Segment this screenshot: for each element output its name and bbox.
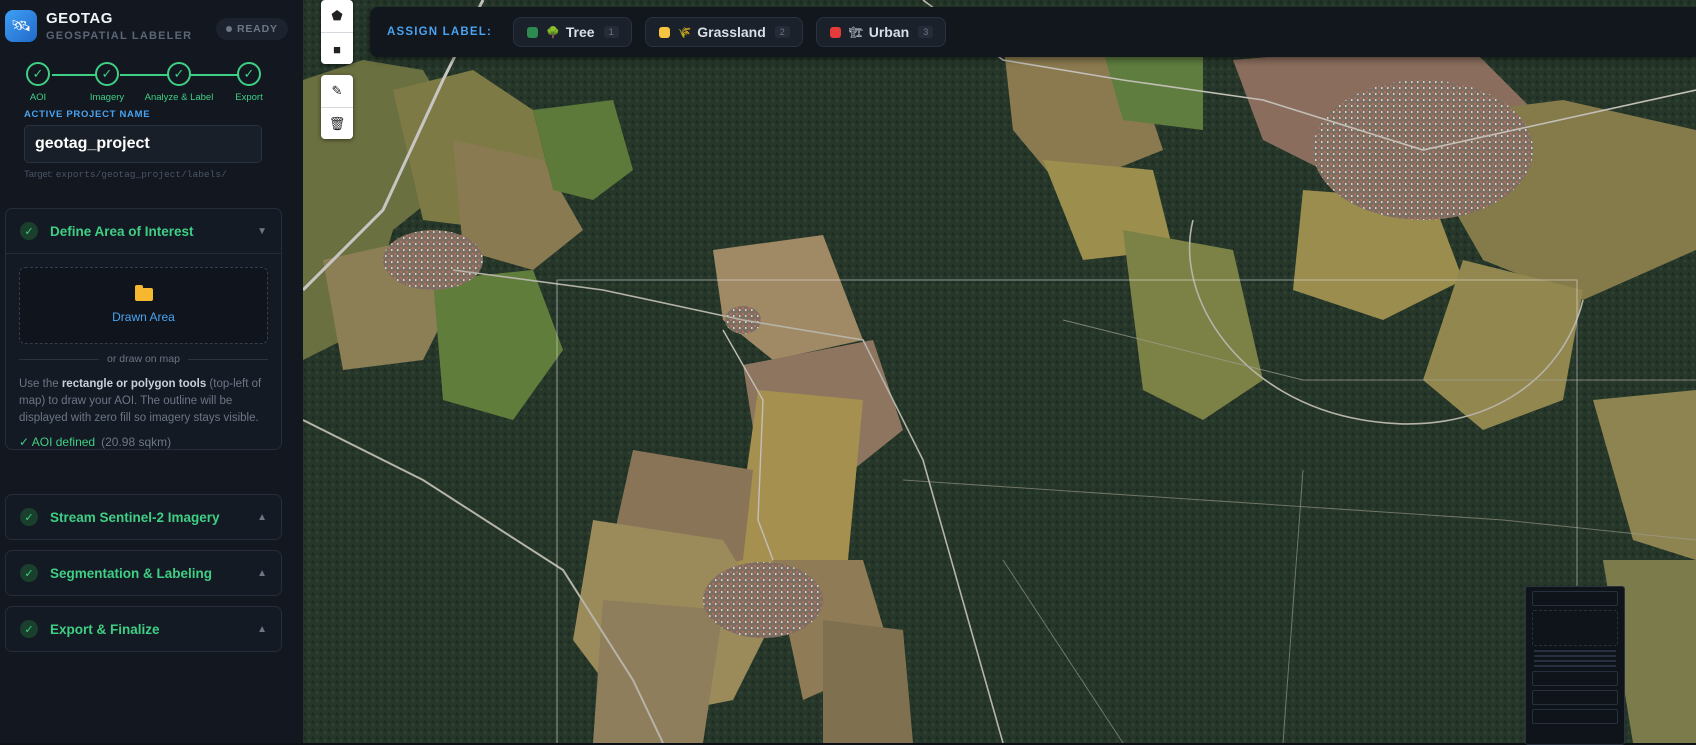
panel-define-aoi: ✓ Define Area of Interest ▼ Drawn Area o… xyxy=(5,208,282,450)
tree-swatch xyxy=(527,26,539,38)
label-toolbar: ASSIGN LABEL: 🌳 Tree 1 🌾 Grassland 2 🏗 U… xyxy=(370,7,1696,57)
aoi-help-text: Use the rectangle or polygon tools (top-… xyxy=(19,378,262,424)
shortcut-key: 3 xyxy=(918,26,934,38)
target-prefix: Target: xyxy=(24,169,56,180)
app-title: GEOTAG xyxy=(46,10,113,27)
tree-icon: 🌳 xyxy=(546,26,560,39)
check-icon: ✓ xyxy=(20,508,38,526)
target-path: exports/geotag_project/labels/ xyxy=(55,169,227,180)
label-chip-tree[interactable]: 🌳 Tree 1 xyxy=(513,17,632,47)
chevron-up-icon: ▲ xyxy=(257,511,267,523)
or-text: or draw on map xyxy=(107,353,180,365)
shortcut-key: 1 xyxy=(603,26,619,38)
assign-label-title: ASSIGN LABEL: xyxy=(387,26,493,38)
check-icon: ✓ xyxy=(237,62,261,86)
panel-imagery[interactable]: ✓ Stream Sentinel-2 Imagery ▲ xyxy=(5,494,282,540)
drawn-area-label: Drawn Area xyxy=(112,309,175,324)
preview-panel-row xyxy=(1532,709,1618,724)
preview-text-line xyxy=(1534,650,1616,652)
label-name: Tree xyxy=(565,24,595,40)
status-badge: READY xyxy=(216,18,288,40)
satellite-icon: 🛰 xyxy=(5,10,37,42)
label-name: Grassland xyxy=(697,24,766,40)
folder-icon xyxy=(134,284,153,301)
satellite-imagery xyxy=(303,0,1696,743)
chevron-down-icon: ▼ xyxy=(257,225,267,237)
preview-panel-row xyxy=(1532,591,1618,606)
drawn-area-dropzone[interactable]: Drawn Area xyxy=(19,267,268,344)
label-chip-urban[interactable]: 🏗 Urban 3 xyxy=(815,17,947,47)
export-target: Target: exports/geotag_project/labels/ xyxy=(24,169,227,180)
step-label: Analyze & Label xyxy=(144,92,214,103)
edit-icon[interactable]: ✎ xyxy=(321,75,353,108)
label-chip-grassland[interactable]: 🌾 Grassland 2 xyxy=(644,17,803,47)
step-label: Export xyxy=(235,92,263,103)
brand: 🛰 GEOTAG GEOSPATIAL LABELER xyxy=(5,10,192,42)
status-text: READY xyxy=(237,23,278,35)
edit-toolbar: ✎ 🗑 xyxy=(321,75,353,139)
check-icon: ✓ xyxy=(95,62,119,86)
project-name-input[interactable] xyxy=(24,125,262,163)
check-icon: ✓ xyxy=(20,620,38,638)
preview-text-line xyxy=(1534,655,1616,657)
aoi-defined-text: ✓ AOI defined xyxy=(19,435,96,449)
step-export[interactable]: ✓ Export xyxy=(209,62,289,103)
panel-export[interactable]: ✓ Export & Finalize ▲ xyxy=(5,606,282,652)
draw-toolbar: ⬟ ■ xyxy=(321,0,353,64)
shortcut-key: 2 xyxy=(774,26,790,38)
building-icon: 🏗 xyxy=(848,26,863,39)
satellite-map[interactable] xyxy=(303,0,1696,743)
preview-text-line xyxy=(1534,665,1616,667)
chevron-up-icon: ▲ xyxy=(257,567,267,579)
preview-panel-row xyxy=(1532,690,1618,705)
step-imagery[interactable]: ✓ Imagery xyxy=(67,62,147,103)
sidebar-preview-thumbnail xyxy=(1525,586,1625,745)
app-subtitle: GEOSPATIAL LABELER xyxy=(46,30,193,42)
or-divider: or draw on map xyxy=(19,353,268,365)
label-name: Urban xyxy=(868,24,910,40)
step-analyze-label[interactable]: ✓ Analyze & Label xyxy=(139,62,219,103)
aoi-status: ✓ AOI defined (20.98 sqkm) xyxy=(19,435,268,449)
panel-header-aoi[interactable]: ✓ Define Area of Interest ▼ xyxy=(6,209,281,253)
polygon-icon[interactable]: ⬟ xyxy=(321,0,353,33)
panel-title: Stream Sentinel-2 Imagery xyxy=(50,509,220,525)
rectangle-icon[interactable]: ■ xyxy=(321,33,353,65)
sidebar: 🛰 GEOTAG GEOSPATIAL LABELER READY ✓ AOI … xyxy=(0,0,304,743)
check-icon: ✓ xyxy=(20,564,38,582)
project-name-label: ACTIVE PROJECT NAME xyxy=(24,109,151,120)
trash-icon[interactable]: 🗑 xyxy=(321,108,353,140)
chevron-up-icon: ▲ xyxy=(257,623,267,635)
panel-title: Segmentation & Labeling xyxy=(50,565,213,581)
panel-title: Export & Finalize xyxy=(50,621,160,637)
preview-panel-row xyxy=(1532,671,1618,686)
check-icon: ✓ xyxy=(20,222,38,240)
preview-dropzone xyxy=(1532,610,1618,646)
panel-title: Define Area of Interest xyxy=(50,223,194,239)
check-icon: ✓ xyxy=(167,62,191,86)
aoi-area: (20.98 sqkm) xyxy=(101,435,172,449)
progress-stepper: ✓ AOI ✓ Imagery ✓ Analyze & Label ✓ Expo… xyxy=(0,62,303,108)
grassland-swatch xyxy=(658,26,670,38)
urban-swatch xyxy=(829,26,841,38)
check-icon: ✓ xyxy=(26,62,50,86)
grass-icon: 🌾 xyxy=(677,26,692,39)
status-dot-icon xyxy=(226,26,232,32)
preview-text-line xyxy=(1534,660,1616,662)
step-label: Imagery xyxy=(89,92,125,103)
panel-segmentation[interactable]: ✓ Segmentation & Labeling ▲ xyxy=(5,550,282,596)
